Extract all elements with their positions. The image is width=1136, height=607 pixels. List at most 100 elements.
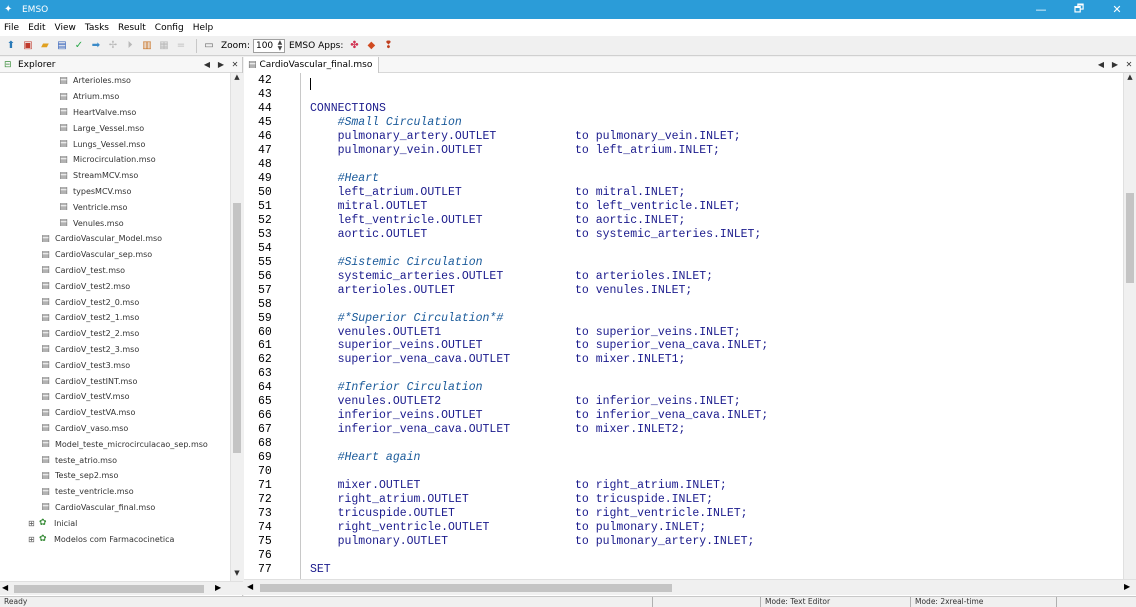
- scroll-down-icon[interactable]: ▼: [231, 569, 243, 581]
- line-number: 50: [258, 185, 272, 199]
- new-project-icon[interactable]: ▣: [21, 39, 35, 53]
- save-icon[interactable]: ▤: [55, 39, 69, 53]
- run-icon[interactable]: ➡: [89, 39, 103, 53]
- results-icon[interactable]: ▥: [140, 39, 154, 53]
- tree-item[interactable]: ▤ Ventricle.mso: [0, 199, 230, 215]
- close-button[interactable]: ✕: [1098, 0, 1136, 19]
- tree-item-label: CardioV_test2_0.mso: [55, 297, 140, 307]
- code-comment: #Heart again: [310, 451, 421, 465]
- tree-item[interactable]: ▤ teste_ventricle.mso: [0, 484, 230, 500]
- tree-item[interactable]: ▤ Model_teste_microcirculacao_sep.mso: [0, 436, 230, 452]
- code-target: to left_ventricle.INLET;: [575, 199, 741, 213]
- tree-item[interactable]: ▤ Atrium.mso: [0, 89, 230, 105]
- mso-file-icon: ▤: [41, 281, 50, 292]
- tree-item[interactable]: ▤ Lungs_Vessel.mso: [0, 136, 230, 152]
- app-thermometer-icon[interactable]: ❢: [381, 39, 395, 53]
- tab-close-icon[interactable]: ✕: [1122, 60, 1136, 69]
- app-flame-icon[interactable]: ◆: [364, 39, 378, 53]
- explorer-prev-icon[interactable]: ◀: [200, 60, 214, 69]
- tree-item-label: HeartValve.mso: [73, 107, 137, 117]
- tree-item[interactable]: ▤ Teste_sep2.mso: [0, 468, 230, 484]
- explorer-vscrollbar[interactable]: ▲ ▼: [230, 73, 243, 581]
- equals-icon[interactable]: =: [174, 39, 188, 53]
- zoom-input[interactable]: [253, 39, 276, 52]
- tree-item[interactable]: ▤ CardioV_test2_2.mso: [0, 326, 230, 342]
- editor-hscroll-thumb[interactable]: [260, 584, 672, 592]
- menu-tasks[interactable]: Tasks: [85, 23, 109, 33]
- tree-folder[interactable]: ⊞ ✿ Inicial: [0, 515, 230, 531]
- explorer-header: ⊟ Explorer ◀ ▶ ✕: [0, 57, 242, 73]
- scroll-up-icon[interactable]: ▲: [1124, 73, 1136, 85]
- tree-item[interactable]: ▤ CardioVascular_sep.mso: [0, 247, 230, 263]
- scroll-right-icon[interactable]: ▶: [215, 583, 221, 592]
- scroll-up-icon[interactable]: ▲: [231, 73, 243, 85]
- tree-item[interactable]: ▤ CardioV_test.mso: [0, 263, 230, 279]
- menu-file[interactable]: File: [4, 23, 19, 33]
- explorer-icon: ⊟: [4, 59, 12, 70]
- tree-item[interactable]: ▤ Venules.mso: [0, 215, 230, 231]
- minimize-button[interactable]: —: [1022, 0, 1060, 19]
- expand-icon[interactable]: ⊞: [28, 519, 37, 528]
- zoom-stepper[interactable]: ▲▼: [252, 38, 285, 53]
- tree-item[interactable]: ▤ CardioV_testINT.mso: [0, 373, 230, 389]
- tree-item[interactable]: ▤ CardioV_testV.mso: [0, 389, 230, 405]
- explorer-hscrollbar[interactable]: ◀ ▶: [0, 581, 243, 595]
- report-icon[interactable]: ▦: [157, 39, 171, 53]
- tree-item[interactable]: ▤ CardioVascular_final.mso: [0, 500, 230, 516]
- tree-item[interactable]: ▤ Large_Vessel.mso: [0, 120, 230, 136]
- scroll-left-icon[interactable]: ◀: [2, 583, 8, 592]
- tree-folder[interactable]: ⊞ ✿ Modelos com Farmacocinetica: [0, 531, 230, 547]
- stop-icon[interactable]: ⏵: [123, 39, 137, 53]
- menu-edit[interactable]: Edit: [28, 23, 45, 33]
- new-file-icon[interactable]: ⬆: [4, 39, 18, 53]
- editor-hscrollbar[interactable]: ◀ ▶: [244, 579, 1136, 595]
- scroll-right-icon[interactable]: ▶: [1124, 582, 1130, 591]
- scroll-left-icon[interactable]: ◀: [247, 582, 253, 591]
- code-target: to inferior_vena_cava.INLET;: [575, 409, 769, 423]
- maximize-button[interactable]: 🗗: [1060, 0, 1098, 19]
- editor-tab-bar: ▤ CardioVascular_final.mso ◀ ▶ ✕: [244, 56, 1136, 73]
- tree-item[interactable]: ▤ Microcirculation.mso: [0, 152, 230, 168]
- menu-result[interactable]: Result: [118, 23, 146, 33]
- explorer-close-icon[interactable]: ✕: [228, 60, 242, 69]
- optimize-icon[interactable]: ✢: [106, 39, 120, 53]
- tree-item[interactable]: ▤ StreamMCV.mso: [0, 168, 230, 184]
- check-icon[interactable]: ✓: [72, 39, 86, 53]
- tab-prev-icon[interactable]: ◀: [1094, 60, 1108, 69]
- code-area[interactable]: CONNECTIONS #Small Circulation pulmonary…: [302, 73, 1122, 579]
- expand-icon[interactable]: ⊞: [28, 535, 37, 544]
- app-plugin-icon[interactable]: ✤: [347, 39, 361, 53]
- tab-cardiovascular-final[interactable]: ▤ CardioVascular_final.mso: [244, 56, 380, 73]
- tree-item[interactable]: ▤ HeartValve.mso: [0, 105, 230, 121]
- menu-view[interactable]: View: [55, 23, 76, 33]
- line-number: 56: [258, 269, 272, 283]
- mso-file-icon: ▤: [41, 439, 50, 450]
- explorer-vscroll-thumb[interactable]: [233, 203, 241, 453]
- tree-item[interactable]: ▤ CardioV_test2_3.mso: [0, 342, 230, 358]
- zoom-spin-icon[interactable]: ▲ ▼: [276, 39, 284, 52]
- code-target: to pulmonary.INLET;: [575, 521, 707, 535]
- tree-item[interactable]: ▤ Arterioles.mso: [0, 73, 230, 89]
- tree-item[interactable]: ▤ CardioV_vaso.mso: [0, 421, 230, 437]
- line-number: 68: [258, 437, 272, 451]
- code-text: pulmonary.OUTLET: [310, 535, 449, 549]
- tree-item[interactable]: ▤ CardioV_test2_1.mso: [0, 310, 230, 326]
- tab-next-icon[interactable]: ▶: [1108, 60, 1122, 69]
- explorer-hscroll-thumb[interactable]: [14, 585, 204, 593]
- editor-vscrollbar[interactable]: ▲: [1123, 73, 1136, 579]
- tree-item-label: CardioV_test2_2.mso: [55, 329, 140, 339]
- editor-vscroll-thumb[interactable]: [1126, 193, 1134, 283]
- tree-item[interactable]: ▤ CardioVascular_Model.mso: [0, 231, 230, 247]
- tree-item[interactable]: ▤ CardioV_test3.mso: [0, 357, 230, 373]
- tree-item-label: Arterioles.mso: [73, 76, 131, 86]
- tree-item[interactable]: ▤ CardioV_test2_0.mso: [0, 294, 230, 310]
- menu-help[interactable]: Help: [193, 23, 214, 33]
- tree-item[interactable]: ▤ typesMCV.mso: [0, 184, 230, 200]
- open-folder-icon[interactable]: ▰: [38, 39, 52, 53]
- explorer-next-icon[interactable]: ▶: [214, 60, 228, 69]
- menu-config[interactable]: Config: [155, 23, 184, 33]
- tree-item[interactable]: ▤ teste_atrio.mso: [0, 452, 230, 468]
- code-text: inferior_vena_cava.OUTLET: [310, 423, 511, 437]
- tree-item[interactable]: ▤ CardioV_testVA.mso: [0, 405, 230, 421]
- tree-item[interactable]: ▤ CardioV_test2.mso: [0, 278, 230, 294]
